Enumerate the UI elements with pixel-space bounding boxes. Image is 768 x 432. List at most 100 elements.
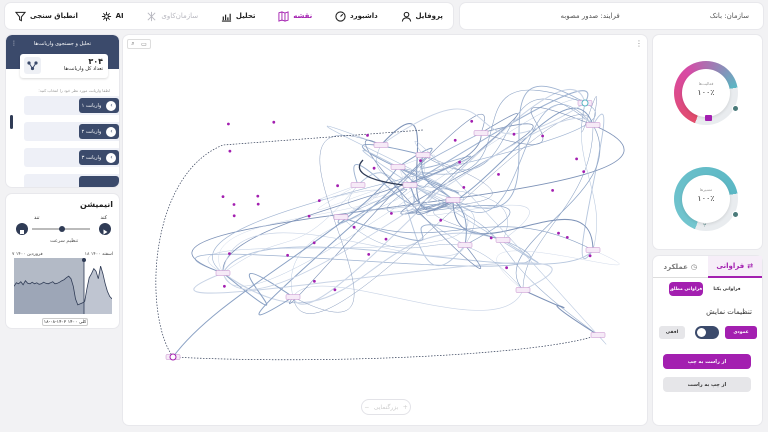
graph-node[interactable] — [585, 247, 601, 253]
variant-button[interactable] — [79, 176, 119, 187]
settings-panel: فراوانی ⇄ عملکرد ◷ فراوانی مطلق فراوانی … — [653, 256, 762, 425]
play-icon — [103, 229, 108, 235]
graph-node[interactable] — [215, 270, 231, 276]
tab-performance[interactable]: عملکرد ◷ — [653, 256, 708, 278]
process-map[interactable]: ⌕ ▭ ⋮ − بزرگنمایی + — [123, 35, 647, 425]
start-date: ۱۸ اسفند ۱۴۰۰ — [84, 252, 113, 257]
graph-node[interactable] — [445, 197, 461, 203]
activities-gauge-knob[interactable] — [732, 105, 739, 112]
absolute-frequency-button[interactable]: فراوانی مطلق — [669, 282, 703, 296]
speed-slow-label: کند — [100, 215, 107, 221]
variant-row[interactable] — [24, 174, 119, 187]
right-to-left-button[interactable]: از راست به چپ — [663, 354, 751, 369]
graph-node[interactable] — [590, 332, 606, 338]
top-navigation: پروفایل داشبورد نقشه تحلیل سازمان‌کاوی A… — [5, 3, 453, 29]
graph-edge — [515, 124, 601, 291]
graph-token — [453, 138, 457, 142]
graph-node[interactable] — [333, 214, 349, 220]
graph-node[interactable] — [402, 182, 418, 188]
graph-token — [336, 184, 339, 188]
activities-gauge-value: ۱۰۰٪ — [697, 88, 715, 97]
graph-token — [232, 214, 236, 218]
nav-dashboard[interactable]: داشبورد — [335, 10, 378, 22]
graph-node[interactable] — [415, 152, 431, 158]
timeline-cursor-handle[interactable] — [82, 258, 86, 262]
paths-gauge-knob[interactable] — [732, 211, 739, 218]
current-date-box: ۱۸-۰۸-۱۴۰۲ کلی ۱۴۰۰ — [42, 318, 88, 326]
graph-token — [372, 166, 376, 170]
graph-token — [575, 157, 578, 161]
left-to-right-button[interactable]: از چپ به راست — [663, 377, 751, 392]
graph-token — [256, 202, 260, 206]
nav-map[interactable]: نقشه — [278, 10, 313, 22]
graph-edge-end — [172, 334, 599, 361]
variant-button[interactable]: › واریانت ۳ — [79, 150, 119, 165]
graph-node[interactable] — [515, 287, 531, 293]
variant-row[interactable]: › واریانت ۳ — [24, 148, 119, 167]
nav-conformance[interactable]: انطباق سنجی — [15, 11, 78, 22]
graph-node[interactable] — [285, 294, 301, 300]
speed-fast-label: تند — [34, 215, 40, 221]
graph-edge — [292, 285, 524, 311]
graph-start-node[interactable] — [581, 99, 589, 107]
graph-token — [458, 160, 461, 164]
kebab-icon[interactable]: ⋮ — [11, 40, 17, 47]
graph-node[interactable] — [473, 130, 489, 136]
display-settings-title: تنظیمات نمایش — [706, 308, 752, 316]
timeline-histogram[interactable] — [14, 258, 112, 314]
graph-token — [223, 284, 226, 288]
orientation-toggle[interactable] — [695, 326, 719, 339]
graph-edge — [522, 289, 599, 336]
process-label: فرایند: صدور مصوبه — [560, 12, 620, 20]
stop-button[interactable] — [16, 223, 28, 235]
variant-button[interactable]: › واریانت ۱ — [79, 98, 119, 113]
org-mining-icon — [147, 11, 156, 21]
graph-node[interactable] — [495, 237, 511, 243]
graph-token — [307, 214, 311, 218]
graph-node[interactable] — [373, 142, 389, 148]
nav-map-label: نقشه — [293, 12, 313, 20]
zoom-out-button[interactable]: − — [364, 404, 369, 411]
variant-row[interactable]: › واریانت ۲ — [24, 122, 119, 141]
horizontal-button[interactable]: افقی — [659, 326, 685, 339]
zoom-control: − بزرگنمایی + — [361, 399, 411, 415]
variant-hint: لطفا واریانت مورد نظر خود را انتخاب کنید… — [38, 88, 110, 93]
graph-token — [367, 253, 371, 256]
graph-token — [489, 236, 493, 240]
chevron-icon: › — [106, 100, 117, 111]
graph-node[interactable] — [350, 182, 366, 188]
graph-token — [352, 225, 356, 229]
play-button[interactable] — [99, 223, 111, 235]
variant-label: واریانت ۳ — [81, 154, 102, 161]
unique-frequency-button[interactable]: فراوانی یکتا — [709, 282, 745, 296]
nav-analysis[interactable]: تحلیل — [221, 11, 256, 22]
graph-token — [470, 119, 474, 123]
tab-frequency[interactable]: فراوانی ⇄ — [707, 256, 762, 278]
graph-token — [366, 134, 369, 137]
vertical-button[interactable]: عمودی — [725, 326, 757, 339]
frequency-tab-label: فراوانی — [716, 262, 745, 270]
variant-row[interactable]: › واریانت ۱ — [24, 96, 119, 115]
nav-org-mining-label: سازمان‌کاوی — [161, 12, 199, 20]
nav-profile-label: پروفایل — [415, 12, 443, 20]
graph-end-node[interactable] — [169, 353, 177, 361]
scrollbar[interactable] — [10, 115, 13, 129]
speed-slider-handle[interactable] — [59, 226, 65, 232]
variant-button[interactable]: › واریانت ۲ — [79, 124, 119, 139]
graph-node[interactable] — [390, 164, 406, 170]
variants-title: تحلیل و جستجوی واریانت‌ها — [33, 41, 92, 47]
nav-ai[interactable]: AI — [101, 11, 124, 22]
nav-profile[interactable]: پروفایل — [401, 11, 443, 22]
graph-token — [313, 279, 316, 283]
clock-icon: ◷ — [690, 262, 697, 271]
graph-edge — [222, 246, 594, 274]
nav-org-mining[interactable]: سازمان‌کاوی — [146, 11, 198, 22]
activities-gauge-face: فعالیت‌ها ۱۰۰٪ — [682, 69, 730, 117]
graph-token — [272, 120, 276, 124]
zoom-in-button[interactable]: + — [403, 404, 408, 411]
graph-token — [333, 288, 337, 292]
graph-node[interactable] — [585, 122, 601, 128]
graph-token — [588, 254, 592, 258]
process-graph[interactable] — [123, 35, 647, 425]
graph-node[interactable] — [457, 242, 473, 248]
